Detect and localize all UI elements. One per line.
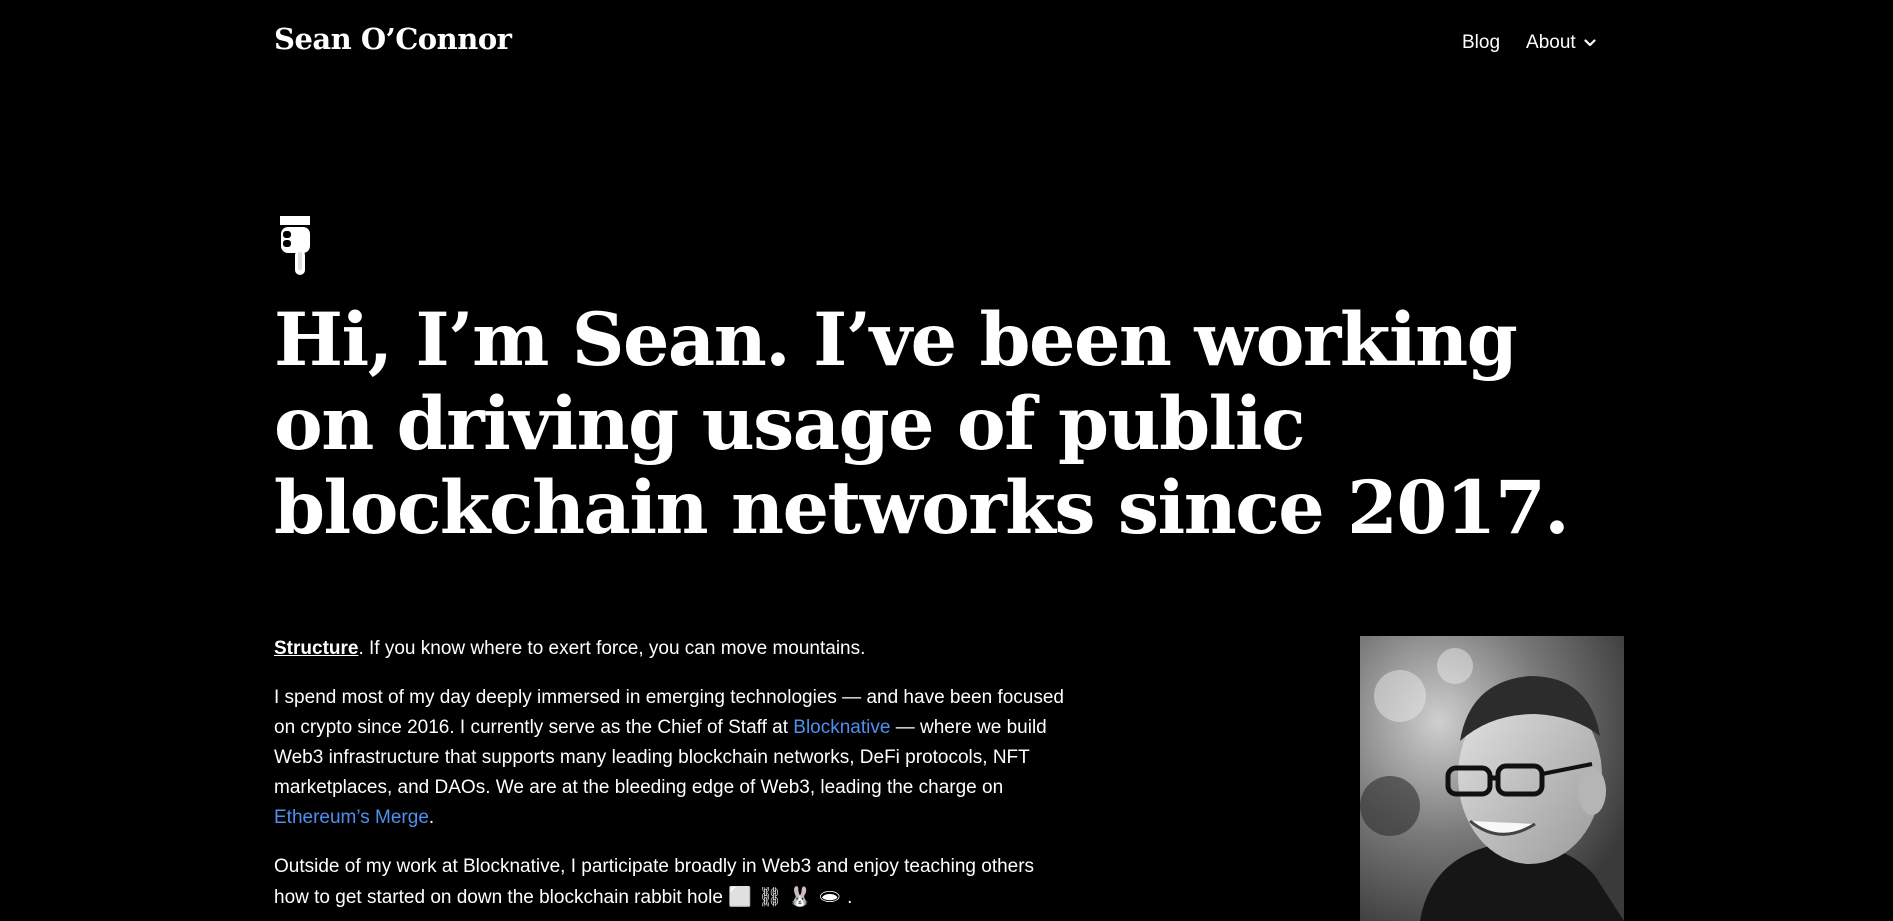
ethereum-merge-link[interactable]: Ethereum’s Merge (274, 807, 429, 828)
main-nav: Blog About (1462, 32, 1596, 54)
bio-p3-text-b: . (841, 887, 853, 908)
bio-paragraph-2: I spend most of my day deeply immersed i… (274, 683, 1074, 833)
rabbit-hole-emojis: ⬜ ⛓ 🐰 🕳 (728, 886, 842, 908)
portrait-illustration (1360, 636, 1624, 921)
bio-p3-text-a: Outside of my work at Blocknative, I par… (274, 856, 1035, 908)
hero-headline: Hi, I’m Sean. I’ve been working on drivi… (274, 297, 1570, 551)
structure-link[interactable]: Structure (274, 638, 358, 659)
nav-about-menu[interactable]: About (1526, 32, 1596, 54)
site-title[interactable]: Sean O’Connor (274, 22, 512, 56)
nav-blog-link[interactable]: Blog (1462, 32, 1500, 54)
bio-section: Structure. If you know where to exert fo… (274, 634, 1074, 921)
blocknative-link[interactable]: Blocknative (793, 717, 890, 738)
bio-paragraph-3: Outside of my work at Blocknative, I par… (274, 852, 1074, 913)
bio-p2-text-c: . (428, 807, 435, 828)
bio-paragraph-1: Structure. If you know where to exert fo… (274, 634, 1074, 664)
pointing-down-hand-icon (280, 216, 310, 275)
portrait-photo (1360, 636, 1624, 921)
bio-p1-text: . If you know where to exert force, you … (358, 638, 866, 659)
chevron-down-icon (1584, 39, 1596, 47)
nav-about-label: About (1526, 32, 1576, 53)
